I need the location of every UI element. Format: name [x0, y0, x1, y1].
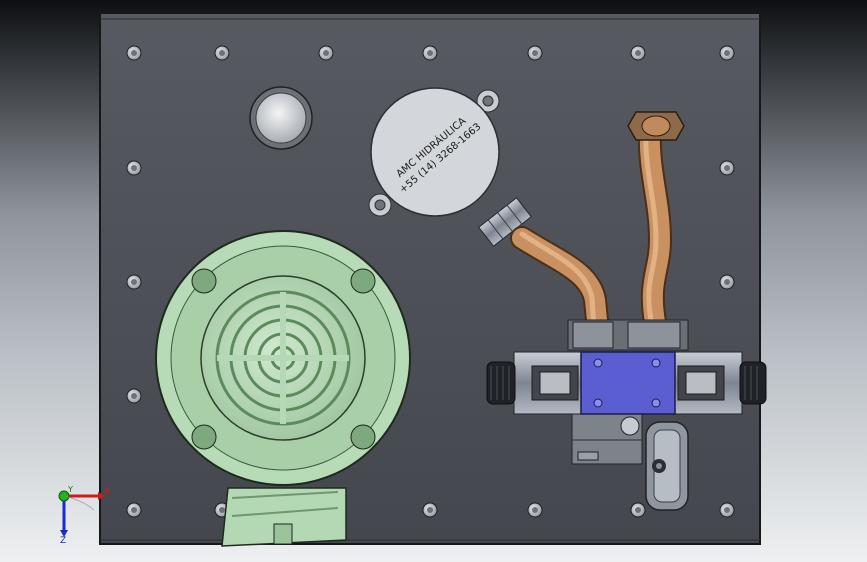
bolt-head — [719, 160, 735, 176]
bolt-head — [527, 502, 543, 518]
bolt-head — [126, 45, 142, 61]
view-orientation-triad[interactable]: X Y Z — [48, 484, 112, 544]
x-axis-label: X — [104, 487, 110, 497]
bolt-head — [126, 388, 142, 404]
bolt-head — [318, 45, 334, 61]
electric-motor[interactable] — [155, 230, 411, 486]
bolt-head — [719, 45, 735, 61]
bolt-head — [214, 45, 230, 61]
z-axis-label: Z — [60, 536, 66, 544]
y-axis-label: Y — [67, 485, 73, 494]
solenoid-knob-left[interactable] — [486, 361, 516, 405]
bolt-head — [422, 502, 438, 518]
bolt-head — [630, 502, 646, 518]
bolt-head — [126, 160, 142, 176]
bolt-head — [126, 274, 142, 290]
bolt-head — [719, 502, 735, 518]
bolt-head — [719, 274, 735, 290]
bolt-head — [527, 45, 543, 61]
bolt-head — [422, 45, 438, 61]
motor-terminal-box[interactable] — [221, 487, 347, 547]
motor-fan-grille — [215, 290, 351, 426]
copper-pipe-pressure[interactable] — [637, 118, 673, 334]
bolt-head — [126, 502, 142, 518]
pressure-gauge[interactable] — [645, 421, 689, 511]
reservoir-gauge[interactable]: AMC HIDRÁULICA +55 (14) 3268-1663 — [368, 87, 500, 217]
z-axis-arrow — [60, 496, 68, 537]
cad-viewport[interactable]: AMC HIDRÁULICA +55 (14) 3268-1663 — [0, 0, 867, 562]
solenoid-knob-right[interactable] — [739, 361, 767, 405]
directional-valve[interactable] — [513, 351, 743, 415]
filler-cap[interactable] — [249, 86, 313, 150]
bolt-head — [630, 45, 646, 61]
pipe-nut-top — [627, 111, 685, 141]
